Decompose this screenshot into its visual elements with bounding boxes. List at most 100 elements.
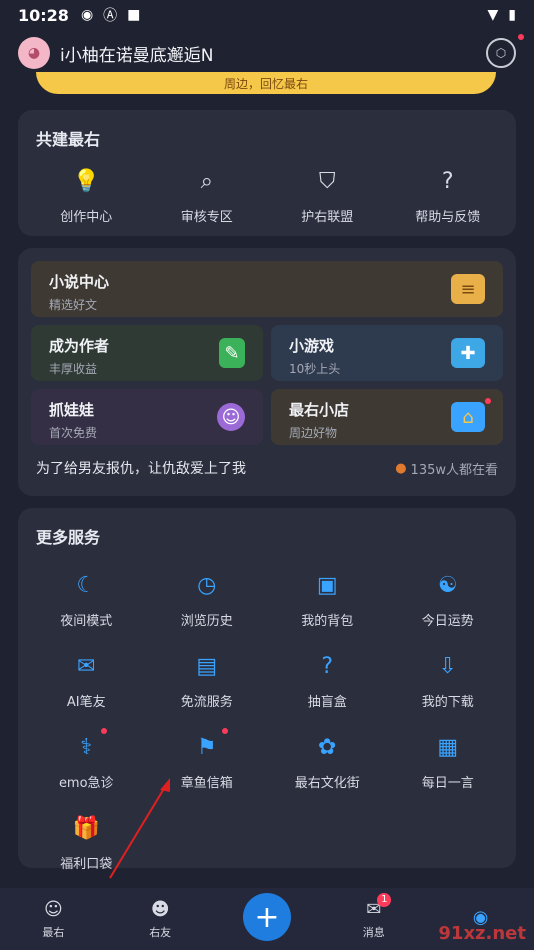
gift-bag-icon: 🎁 — [72, 815, 100, 841]
creator-center-item[interactable]: 💡 创作中心 — [26, 166, 147, 226]
night-mode-label: 夜间模式 — [60, 614, 113, 629]
mystery-box-item[interactable]: ? 抽盲盒 — [267, 651, 388, 711]
become-author-tile[interactable]: 成为作者 丰厚收益 ✎ — [31, 325, 263, 381]
promo-banner[interactable]: 周边，回忆最右 — [36, 72, 496, 94]
watermark: 91xz.net — [438, 923, 526, 944]
mailbox-notification-dot — [221, 728, 228, 734]
fire-icon: ● — [395, 460, 407, 476]
nav-friends[interactable]: ☻ 右友 — [107, 899, 214, 940]
battery-icon: ▮ — [508, 7, 516, 23]
nav-messages-label: 消息 — [362, 925, 385, 939]
calendar-icon: ▦ — [437, 734, 459, 760]
history-item[interactable]: ◷ 浏览历史 — [147, 570, 268, 630]
store-icon: ⌂ — [451, 398, 491, 432]
culture-street-item[interactable]: ✿ 最右文化街 — [267, 732, 388, 792]
ai-penpal-label: AI笔友 — [66, 695, 106, 710]
claw-machine-title: 抓娃娃 — [49, 401, 95, 419]
message-badge: 1 — [377, 892, 392, 907]
shield-icon: ⛉ — [318, 168, 336, 194]
nav-friends-label: 右友 — [149, 925, 172, 939]
daily-quote-label: 每日一言 — [421, 776, 474, 791]
daily-quote-item[interactable]: ▦ 每日一言 — [388, 732, 509, 792]
story-title: 为了给男友报仇，让仇敌爱上了我 — [36, 461, 246, 477]
emo-clinic-item[interactable]: ⚕ emo急诊 — [26, 728, 147, 791]
mystery-box-icon: ? — [321, 653, 334, 679]
create-post-button[interactable]: + — [243, 893, 291, 941]
backpack-icon: ▣ — [316, 572, 338, 598]
settings-icon[interactable]: ⬡ — [486, 34, 524, 68]
weibo-icon: ◉ — [80, 7, 94, 23]
banner-text: 周边，回忆最右 — [223, 76, 308, 91]
creator-center-label: 创作中心 — [60, 210, 113, 225]
stethoscope-icon: ⚕ — [71, 728, 108, 762]
moon-icon: ☾ — [76, 572, 97, 598]
review-search-icon: ⌕ — [200, 168, 213, 194]
shop-tile[interactable]: 最右小店 周边好物 ⌂ — [271, 389, 503, 445]
more-services-title: 更多服务 — [36, 528, 101, 547]
mystery-box-label: 抽盲盒 — [307, 695, 347, 710]
story-recommendation[interactable]: 为了给男友报仇，让仇敌爱上了我 ● 135w人都在看 — [36, 458, 498, 478]
emo-notification-dot — [101, 728, 108, 734]
backpack-item[interactable]: ▣ 我的背包 — [267, 570, 388, 630]
clock-icon: ◷ — [197, 572, 217, 598]
nav-messages[interactable]: ✉ 1 消息 — [320, 892, 427, 940]
ai-penpal-item[interactable]: ✉ AI笔友 — [26, 651, 147, 711]
help-feedback-item[interactable]: ? 帮助与反馈 — [388, 166, 509, 226]
downloads-label: 我的下载 — [421, 695, 474, 710]
nav-home-label: 最右 — [42, 925, 65, 939]
fortune-item[interactable]: ☯ 今日运势 — [388, 570, 509, 630]
nav-home[interactable]: ☺ 最右 — [0, 899, 107, 940]
mailbox-icon: ⚑ — [192, 728, 228, 762]
settings-notification-dot — [518, 34, 524, 40]
novel-center-title: 小说中心 — [49, 273, 110, 291]
story-views: ● 135w人都在看 — [395, 459, 498, 478]
novel-center-tile[interactable]: 小说中心 精选好文 ≡ — [31, 261, 503, 317]
book-icon: ≡ — [451, 274, 485, 304]
claw-machine-subtitle: 首次免费 — [49, 426, 98, 440]
history-label: 浏览历史 — [180, 614, 233, 629]
review-zone-label: 审核专区 — [180, 210, 233, 225]
friends-icon: ☻ — [150, 898, 170, 920]
doll-icon: ☺ — [217, 403, 245, 431]
square-icon: ■ — [127, 7, 141, 23]
username[interactable]: i小柚在诺曼底邂逅N — [60, 41, 213, 66]
free-data-item[interactable]: ▤ 免流服务 — [147, 651, 268, 711]
become-author-subtitle: 丰厚收益 — [49, 362, 98, 376]
free-data-label: 免流服务 — [180, 695, 233, 710]
wifi-icon: ▼ — [487, 7, 499, 23]
yin-yang-icon: ☯ — [437, 572, 458, 598]
novel-center-subtitle: 精选好文 — [49, 298, 98, 312]
more-services-card: 更多服务 ☾ 夜间模式 ◷ 浏览历史 ▣ 我的背包 ☯ 今日运势 ✉ AI笔友 … — [18, 508, 516, 872]
download-icon: ⇩ — [438, 653, 457, 679]
features-card: 小说中心 精选好文 ≡ 成为作者 丰厚收益 ✎ 小游戏 10秒上头 ✚ 抓娃娃 … — [18, 248, 516, 496]
guardian-alliance-label: 护右联盟 — [301, 210, 354, 225]
help-feedback-label: 帮助与反馈 — [415, 210, 481, 225]
profile-header: ◕ i小柚在诺曼底邂逅N ⬡ — [0, 30, 534, 76]
lightbulb-icon: 💡 — [72, 168, 100, 194]
text-a-icon: Ⓐ — [103, 8, 118, 24]
status-bar: 10:28 ◉ Ⓐ ■ ▼ ▮ — [0, 0, 534, 30]
community-title: 共建最右 — [36, 130, 101, 149]
mini-game-tile[interactable]: 小游戏 10秒上头 ✚ — [271, 325, 503, 381]
gamepad-icon: ✚ — [451, 338, 485, 368]
home-face-icon: ☺ — [44, 898, 63, 920]
community-card: 共建最右 💡 创作中心 ⌕ 审核专区 ⛉ 护右联盟 ? 帮助与反馈 — [18, 110, 516, 236]
guardian-alliance-item[interactable]: ⛉ 护右联盟 — [267, 166, 388, 226]
welfare-pocket-label: 福利口袋 — [60, 857, 113, 872]
emo-clinic-label: emo急诊 — [58, 776, 114, 791]
claw-machine-tile[interactable]: 抓娃娃 首次免费 ☺ — [31, 389, 263, 445]
help-icon: ? — [441, 168, 454, 194]
data-icon: ▤ — [196, 653, 218, 679]
avatar[interactable]: ◕ — [18, 37, 50, 69]
welfare-pocket-item[interactable]: 🎁 福利口袋 — [26, 813, 147, 873]
night-mode-item[interactable]: ☾ 夜间模式 — [26, 570, 147, 630]
review-zone-item[interactable]: ⌕ 审核专区 — [147, 166, 268, 226]
pen-icon: ✎ — [219, 338, 245, 368]
octopus-mailbox-item[interactable]: ⚑ 章鱼信箱 — [147, 728, 268, 791]
status-time: 10:28 — [18, 5, 69, 25]
culture-street-label: 最右文化街 — [294, 776, 360, 791]
octopus-mailbox-label: 章鱼信箱 — [180, 776, 233, 791]
backpack-label: 我的背包 — [301, 614, 354, 629]
downloads-item[interactable]: ⇩ 我的下载 — [388, 651, 509, 711]
become-author-title: 成为作者 — [49, 337, 110, 355]
